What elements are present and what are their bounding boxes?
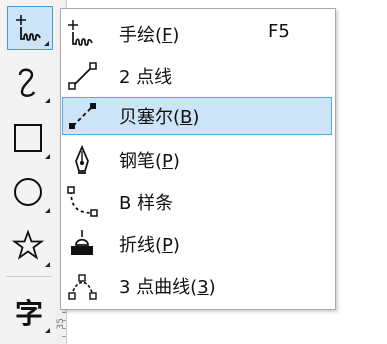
menu-item-label: 手绘(F) <box>119 25 180 46</box>
star-tool-button[interactable] <box>5 222 53 270</box>
curve-tools-flyout-menu: 手绘(F) F5 2 点线 贝塞尔(B) 钢笔(P) B 样条 折线(P) 3 … <box>60 8 336 310</box>
bezier-icon <box>69 103 96 129</box>
two-point-line-icon <box>68 62 97 90</box>
menu-item-bezier[interactable]: 贝塞尔(B) <box>61 95 335 135</box>
b-spline-icon <box>67 186 98 217</box>
smart-drawing-tool-button[interactable] <box>5 58 53 106</box>
menu-item-label: 贝塞尔(B) <box>119 107 200 128</box>
three-point-curve-icon <box>68 274 97 300</box>
ellipse-icon <box>14 178 42 206</box>
pen-icon <box>75 144 89 174</box>
menu-item-three-point-curve[interactable]: 3 点曲线(3) <box>61 265 335 305</box>
menu-item-two-point-line[interactable]: 2 点线 <box>61 55 335 95</box>
menu-item-label: 2 点线 <box>119 67 173 88</box>
freehand-tool-icon <box>16 15 41 41</box>
rectangle-icon <box>14 124 42 152</box>
text-tool-button[interactable]: 字 <box>5 288 53 336</box>
shortcut-key: F5 <box>268 21 290 42</box>
menu-item-pen[interactable]: 钢笔(P) <box>61 139 335 179</box>
menu-item-freehand[interactable]: 手绘(F) F5 <box>61 13 335 53</box>
freehand-tool-button[interactable] <box>7 6 53 50</box>
menu-item-polyline[interactable]: 折线(P) <box>61 223 335 263</box>
menu-item-label: 钢笔(P) <box>119 151 180 172</box>
freehand-icon <box>68 20 93 46</box>
rectangle-tool-button[interactable] <box>5 114 53 162</box>
menu-item-label: B 样条 <box>119 193 174 214</box>
polyline-icon <box>71 230 93 255</box>
text-tool-icon: 字 <box>14 297 43 330</box>
smart-drawing-icon <box>18 68 36 97</box>
menu-item-label: 3 点曲线(3) <box>119 277 216 298</box>
toolbox: 字 <box>0 0 57 344</box>
menu-item-label: 折线(P) <box>119 235 180 256</box>
ruler-label: 35 <box>56 318 66 330</box>
menu-item-b-spline[interactable]: B 样条 <box>61 181 335 221</box>
star-icon <box>12 229 45 260</box>
ellipse-tool-button[interactable] <box>5 168 53 216</box>
